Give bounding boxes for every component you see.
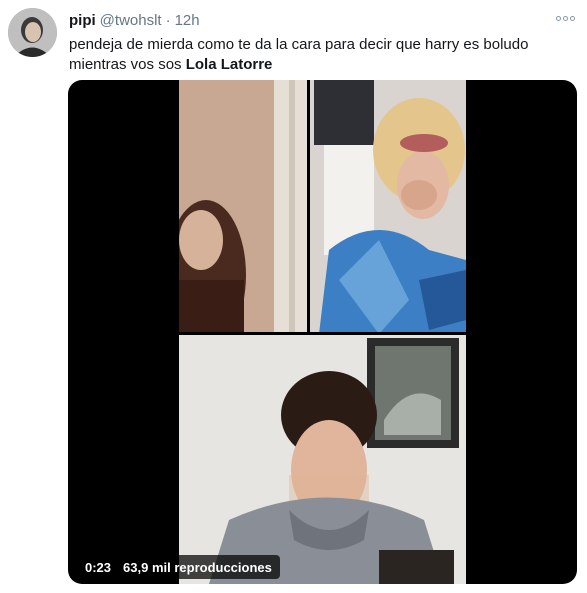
tweet-header: pipi @twohslt · 12h [69, 12, 200, 32]
separator-dot: · [165, 12, 171, 29]
tweet-text: pendeja de mierda como te da la cara par… [69, 35, 577, 75]
tweet-card[interactable]: pipi @twohslt · 12h pendeja de mierda co… [0, 0, 587, 593]
dot-icon [570, 15, 575, 21]
video-stats-overlay: 0:23 63,9 mil reproducciones [77, 555, 280, 579]
dot-icon [556, 15, 561, 21]
video-elapsed-time: 0:23 [85, 559, 112, 575]
avatar[interactable] [8, 8, 57, 57]
tweet-text-line-2: mientras vos sos Lola Latorre [69, 55, 577, 75]
dot-icon [563, 15, 568, 21]
mentioned-name: Lola Latorre [185, 56, 273, 73]
video-frame[interactable] [179, 80, 466, 584]
tweet-text-prefix: mientras vos sos [69, 56, 186, 73]
video-view-count: 63,9 mil reproducciones [123, 559, 272, 575]
timestamp[interactable]: 12h [175, 12, 200, 29]
tweet-text-line-1: pendeja de mierda como te da la cara par… [69, 36, 529, 53]
display-name[interactable]: pipi [69, 12, 96, 29]
video-player[interactable]: 0:23 63,9 mil reproducciones [68, 80, 577, 584]
more-options-icon[interactable] [556, 12, 576, 24]
user-handle[interactable]: @twohslt [100, 12, 162, 29]
